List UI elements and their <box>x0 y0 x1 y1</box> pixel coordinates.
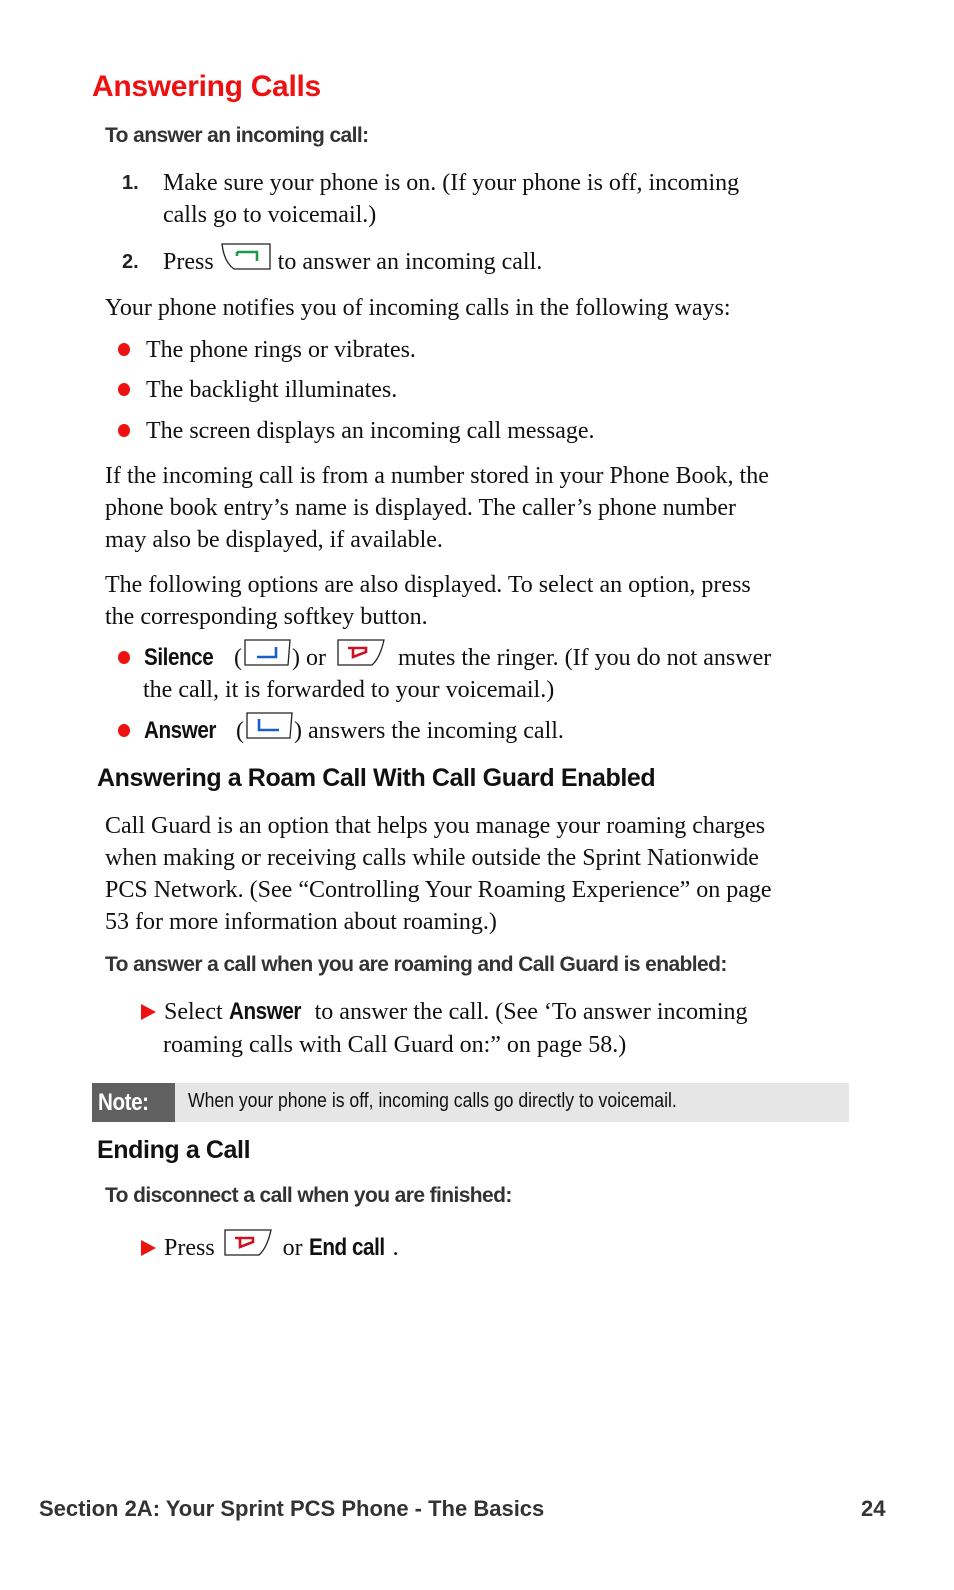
arrow-bullet-icon <box>141 1240 156 1257</box>
section-heading-roam: Answering a Roam Call With Call Guard En… <box>97 764 656 792</box>
step-text: to answer the call. (See ‘To answer inco… <box>314 999 748 1025</box>
step-text: . <box>392 1235 399 1261</box>
step-number: 2. <box>122 251 139 273</box>
step-2-text: Press to answer an incoming call. <box>163 243 543 279</box>
option-silence-line-2: the call, it is forwarded to your voicem… <box>143 677 555 703</box>
paragraph-line: phone book entry’s name is displayed. Th… <box>105 495 736 521</box>
phonebook-paragraph: If the incoming call is from a number st… <box>105 460 769 556</box>
paren-open: ( <box>234 645 242 671</box>
left-softkey-icon <box>244 711 294 748</box>
bullet-icon <box>118 423 130 437</box>
paragraph-line: If the incoming call is from a number st… <box>105 463 769 489</box>
notify-item-text: The screen displays an incoming call mes… <box>146 418 595 444</box>
end-key-icon <box>223 1228 273 1265</box>
step-number: 1. <box>122 172 139 194</box>
roam-paragraph: Call Guard is an option that helps you m… <box>105 810 772 938</box>
step-text: or <box>282 1235 303 1261</box>
step-text: Press <box>164 1235 215 1261</box>
notify-item-text: The backlight illuminates. <box>146 377 398 403</box>
paragraph-line: 53 for more information about roaming.) <box>105 909 497 935</box>
arrow-bullet-icon <box>141 1004 156 1021</box>
note-label-text: Note: <box>98 1089 149 1116</box>
bullet-icon <box>118 650 130 664</box>
bullet-icon <box>118 723 130 737</box>
right-softkey-icon <box>242 638 292 675</box>
option-desc: mutes the ringer. (If you do not answer <box>397 645 772 671</box>
notify-item: The screen displays an incoming call mes… <box>118 415 595 447</box>
notify-item: The backlight illuminates. <box>118 374 397 406</box>
paragraph-line: Call Guard is an option that helps you m… <box>105 813 766 839</box>
notify-item: The phone rings or vibrates. <box>118 334 416 366</box>
step-text: Select <box>164 999 223 1025</box>
paragraph-line: the corresponding softkey button. <box>105 604 428 630</box>
option-answer: Answer ( ) answers the incoming call. <box>118 712 564 748</box>
note-box: Note: When your phone is off, incoming c… <box>92 1083 849 1122</box>
paragraph-line: when making or receiving calls while out… <box>105 845 759 871</box>
paren-open: ( <box>236 718 244 744</box>
procedure-heading-roam: To answer a call when you are roaming an… <box>105 953 727 976</box>
ending-step: Press or End call. <box>141 1229 399 1265</box>
paragraph-line: may also be displayed, if available. <box>105 527 443 553</box>
notify-intro: Your phone notifies you of incoming call… <box>105 295 731 321</box>
option-silence: Silence ( ) or mutes the ringer. (If you… <box>118 639 772 675</box>
answer-softkey-label: Answer <box>228 998 301 1025</box>
section-heading-ending: Ending a Call <box>97 1136 251 1164</box>
step-1-line-1: Make sure your phone is on. (If your pho… <box>163 170 740 196</box>
end-key-icon <box>336 638 386 675</box>
roam-step-line-2: roaming calls with Call Guard on:” on pa… <box>163 1032 627 1058</box>
footer-page-number: 24 <box>861 1496 886 1521</box>
option-label: Answer <box>144 717 216 744</box>
option-desc: ) answers the incoming call. <box>294 718 564 744</box>
option-or: ) or <box>292 645 326 671</box>
step-1-line-2: calls go to voicemail.) <box>163 202 377 228</box>
notify-item-text: The phone rings or vibrates. <box>146 337 416 363</box>
bullet-icon <box>118 342 130 356</box>
step-2-rest: to answer an incoming call. <box>277 249 543 275</box>
note-text-content: When your phone is off, incoming calls g… <box>188 1090 677 1112</box>
page-title: Answering Calls <box>92 70 321 103</box>
paragraph-line: PCS Network. (See “Controlling Your Roam… <box>105 877 772 903</box>
footer-section-title: Section 2A: Your Sprint PCS Phone - The … <box>39 1496 545 1521</box>
procedure-heading-answer: To answer an incoming call: <box>105 124 369 147</box>
end-call-label: End call <box>308 1234 385 1261</box>
procedure-heading-ending: To disconnect a call when you are finish… <box>105 1184 512 1207</box>
note-label: Note: <box>92 1083 175 1122</box>
bullet-icon <box>118 382 130 396</box>
roam-step: Select Answer to answer the call. (See ‘… <box>141 996 747 1028</box>
talk-key-icon <box>220 242 272 279</box>
paragraph-line: The following options are also displayed… <box>105 572 751 598</box>
options-paragraph: The following options are also displayed… <box>105 569 751 633</box>
step-1-text: Make sure your phone is on. (If your pho… <box>163 167 739 231</box>
note-text: When your phone is off, incoming calls g… <box>188 1083 743 1119</box>
option-label: Silence <box>144 644 214 671</box>
step-2-press: Press <box>163 249 214 275</box>
